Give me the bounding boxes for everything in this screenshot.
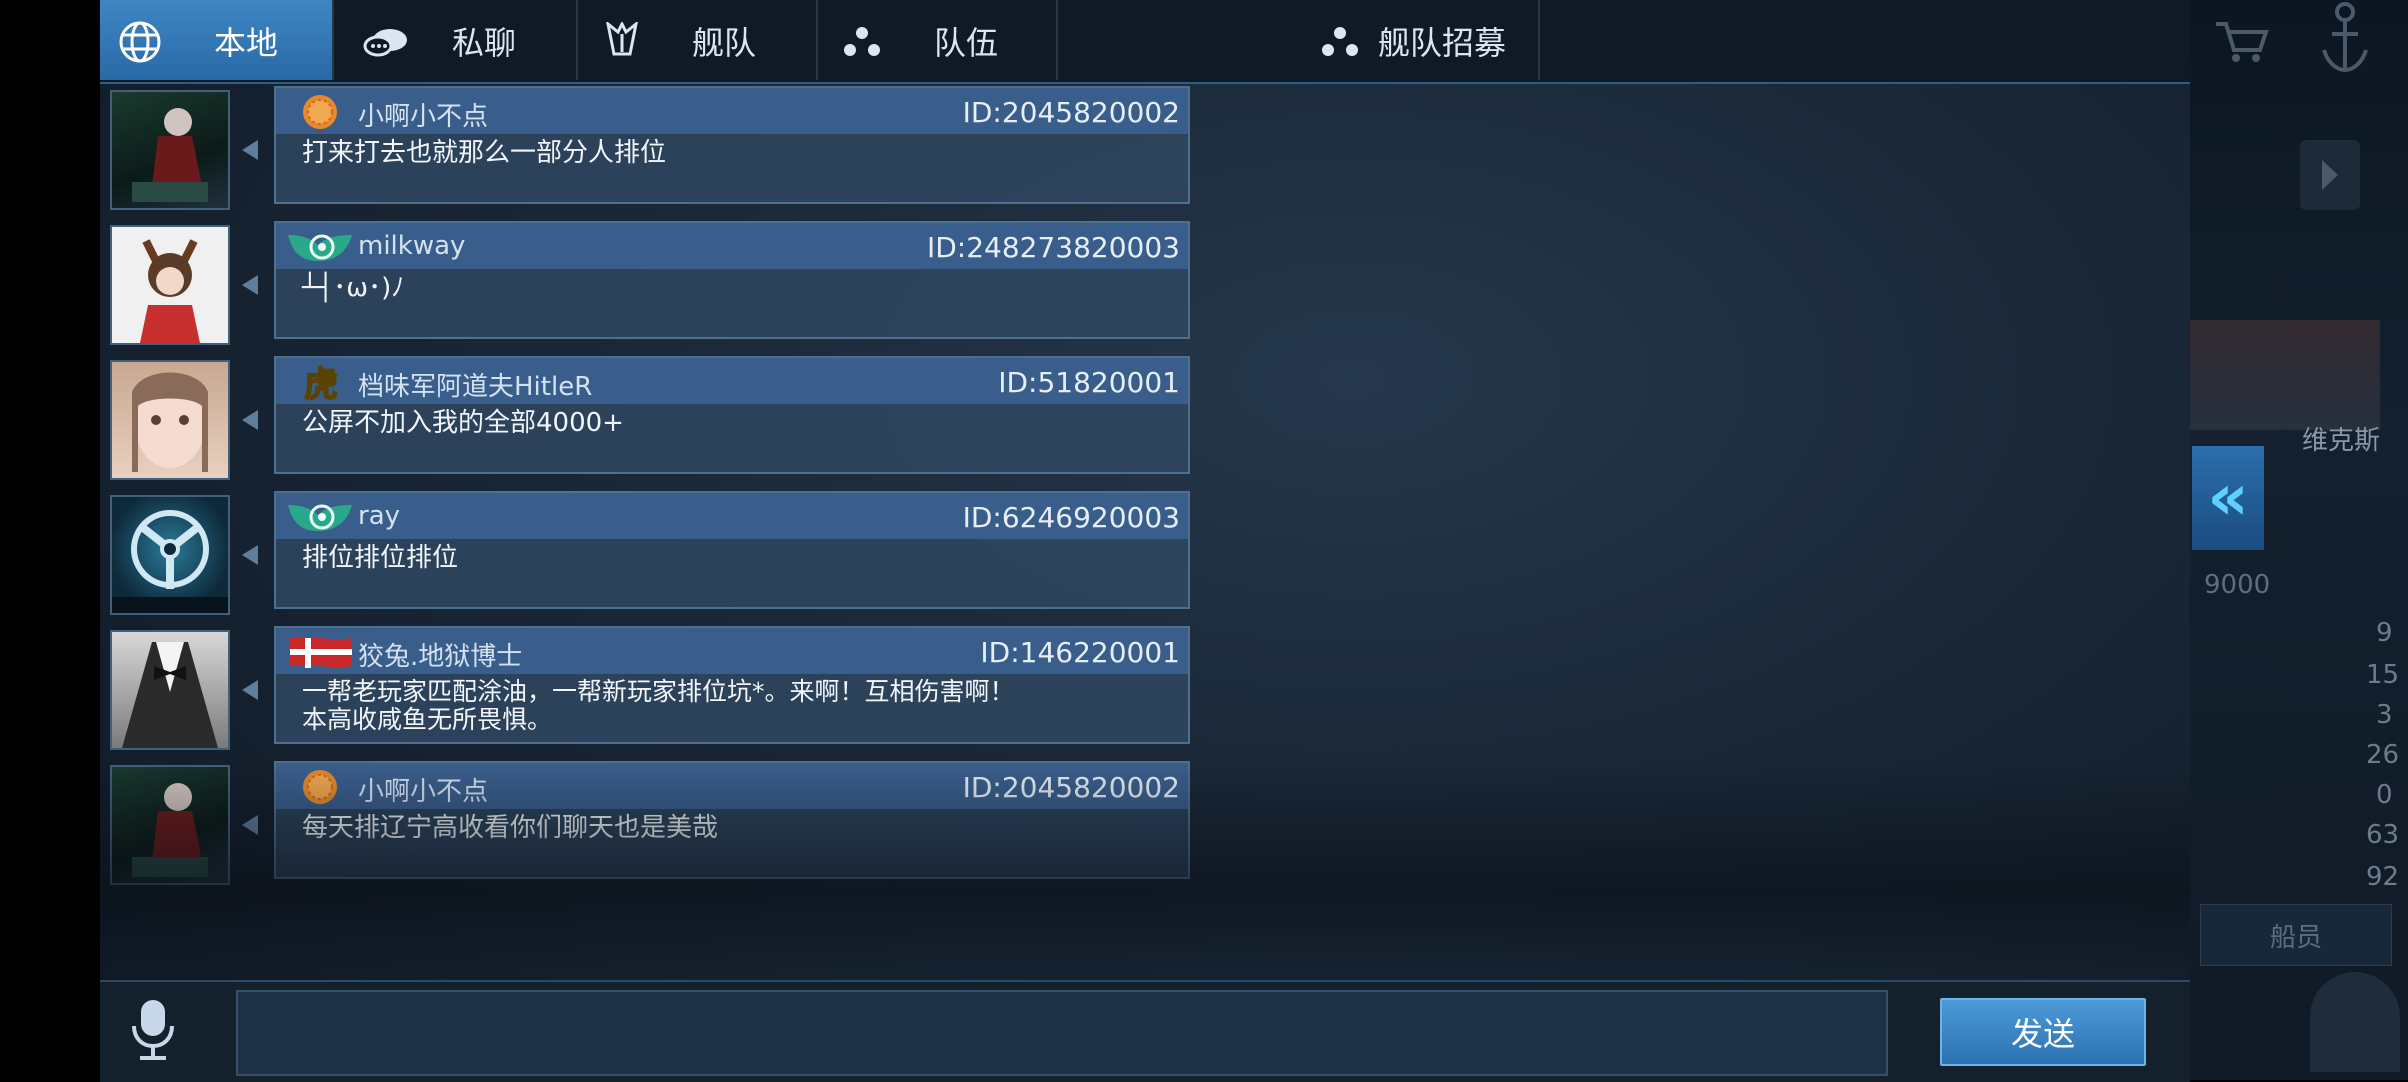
anchor-icon [2322, 2, 2368, 73]
stat-1: 9 [2376, 618, 2393, 648]
microphone-icon[interactable] [128, 998, 178, 1062]
username: 档味军阿道夫HitleR [358, 372, 593, 402]
username: ray [358, 501, 401, 531]
tab-fleet-recruit[interactable]: 舰队招募 [1058, 0, 1540, 80]
message-header: 小啊小不点 ID:2045820002 [276, 763, 1188, 809]
flag-badge [290, 636, 352, 668]
green-wing-badge [288, 234, 352, 261]
chat-panel: 本地 私聊 舰队 队伍 舰队招募 小啊小不点 ID:2045820002 打来打… [100, 0, 2190, 1082]
chat-message: ray ID:6246920003 排位排位排位 [110, 491, 1202, 615]
tab-label: 舰队 [692, 24, 757, 62]
tab-local[interactable]: 本地 [100, 0, 334, 80]
tab-private-chat[interactable]: 私聊 [334, 0, 578, 80]
collapse-chat-button[interactable]: « [2192, 446, 2264, 550]
avatar[interactable] [110, 495, 230, 615]
tab-label: 队伍 [934, 24, 999, 62]
tab-fleet[interactable]: 舰队 [578, 0, 818, 80]
avatar[interactable] [110, 360, 230, 480]
orange-coin-badge [303, 770, 337, 804]
avatar[interactable] [110, 90, 230, 210]
send-button[interactable]: 发送 [1940, 998, 2146, 1066]
ship-name-partial: 维克斯 [2302, 426, 2381, 456]
stat-5: 0 [2376, 780, 2393, 810]
username: 狡兔.地狱博士 [358, 642, 523, 672]
tiger-badge: 虎 [303, 364, 339, 402]
globe-icon [119, 21, 161, 63]
tab-label: 本地 [214, 24, 279, 62]
team-dots-icon [844, 27, 880, 56]
message-bubble[interactable]: 虎 档味军阿道夫HitleR ID:51820001 公屏不加入我的全部4000… [274, 356, 1190, 474]
bubble-pointer [242, 545, 258, 565]
ship-value: 9000 [2204, 570, 2271, 600]
user-id: ID:146220001 [980, 636, 1180, 669]
green-wing-badge [288, 504, 352, 531]
username: 小啊小不点 [358, 777, 489, 807]
bubble-pointer [242, 815, 258, 835]
chat-message-input[interactable] [236, 990, 1888, 1076]
chat-bubble-icon [363, 29, 407, 57]
user-id: ID:51820001 [998, 366, 1180, 399]
message-bubble[interactable]: milkway ID:248273820003 ┴┤･ω･)ﾉ [274, 221, 1190, 339]
avatar[interactable] [110, 225, 230, 345]
message-bubble[interactable]: 小啊小不点 ID:2045820002 每天排辽宁高收看你们聊天也是美哉 [274, 761, 1190, 879]
orange-coin-badge [303, 95, 337, 129]
username: milkway [358, 231, 466, 261]
user-id: ID:248273820003 [926, 231, 1180, 264]
ship-thumbnail [2190, 320, 2380, 430]
bubble-pointer [242, 680, 258, 700]
bubble-pointer [242, 410, 258, 430]
avatar[interactable] [110, 765, 230, 885]
user-id: ID:6246920003 [962, 501, 1180, 534]
chat-input-bar: 发送 [100, 980, 2190, 1082]
tab-team[interactable]: 队伍 [818, 0, 1058, 80]
fleet-emblem-icon [606, 22, 638, 56]
message-text: 每天排辽宁高收看你们聊天也是美哉 [302, 813, 719, 843]
chat-message: 小啊小不点 ID:2045820002 打来打去也就那么一部分人排位 [110, 86, 1202, 210]
message-header: 虎 档味军阿道夫HitleR ID:51820001 [276, 358, 1188, 404]
bubble-pointer [242, 275, 258, 295]
message-text: ┴┤･ω･)ﾉ [302, 273, 405, 303]
user-id: ID:2045820002 [962, 96, 1180, 129]
play-arrow-icon [2300, 140, 2360, 210]
captain-avatar [2310, 972, 2400, 1072]
chat-message: 小啊小不点 ID:2045820002 每天排辽宁高收看你们聊天也是美哉 [110, 761, 1202, 885]
stat-2: 15 [2366, 660, 2400, 690]
chat-message: 虎 档味军阿道夫HitleR ID:51820001 公屏不加入我的全部4000… [110, 356, 1202, 480]
message-bubble[interactable]: ray ID:6246920003 排位排位排位 [274, 491, 1190, 609]
tab-label: 私聊 [452, 24, 517, 62]
message-header: ray ID:6246920003 [276, 493, 1188, 539]
message-text: 排位排位排位 [302, 543, 459, 573]
bubble-pointer [242, 140, 258, 160]
message-header: 小啊小不点 ID:2045820002 [276, 88, 1188, 134]
cart-icon [2216, 22, 2269, 62]
chat-tab-bar: 本地 私聊 舰队 队伍 舰队招募 [100, 0, 2190, 84]
crew-button[interactable]: 船员 [2200, 904, 2392, 966]
svg-text:虎: 虎 [304, 365, 338, 402]
message-bubble[interactable]: 小啊小不点 ID:2045820002 打来打去也就那么一部分人排位 [274, 86, 1190, 204]
username: 小啊小不点 [358, 102, 489, 132]
message-text: 打来打去也就那么一部分人排位 [302, 138, 667, 168]
stat-3: 3 [2376, 700, 2393, 730]
message-header: 狡兔.地狱博士 ID:146220001 [276, 628, 1188, 674]
message-text: 公屏不加入我的全部4000+ [302, 408, 624, 438]
message-header: milkway ID:248273820003 [276, 223, 1188, 269]
user-id: ID:2045820002 [962, 771, 1180, 804]
tab-label: 舰队招募 [1378, 24, 1507, 62]
chat-message: milkway ID:248273820003 ┴┤･ω･)ﾉ [110, 221, 1202, 345]
stat-6: 63 [2366, 820, 2400, 850]
recruit-dots-icon [1322, 27, 1358, 56]
message-text: 一帮老玩家匹配涂油，一帮新玩家排位坑*。来啊！互相伤害啊！ 本高收咸鱼无所畏惧。 [302, 677, 1015, 734]
message-bubble[interactable]: 狡兔.地狱博士 ID:146220001 一帮老玩家匹配涂油，一帮新玩家排位坑*… [274, 626, 1190, 744]
avatar[interactable] [110, 630, 230, 750]
chat-message: 狡兔.地狱博士 ID:146220001 一帮老玩家匹配涂油，一帮新玩家排位坑*… [110, 626, 1202, 750]
stat-7: 92 [2366, 862, 2400, 892]
stat-4: 26 [2366, 740, 2400, 770]
